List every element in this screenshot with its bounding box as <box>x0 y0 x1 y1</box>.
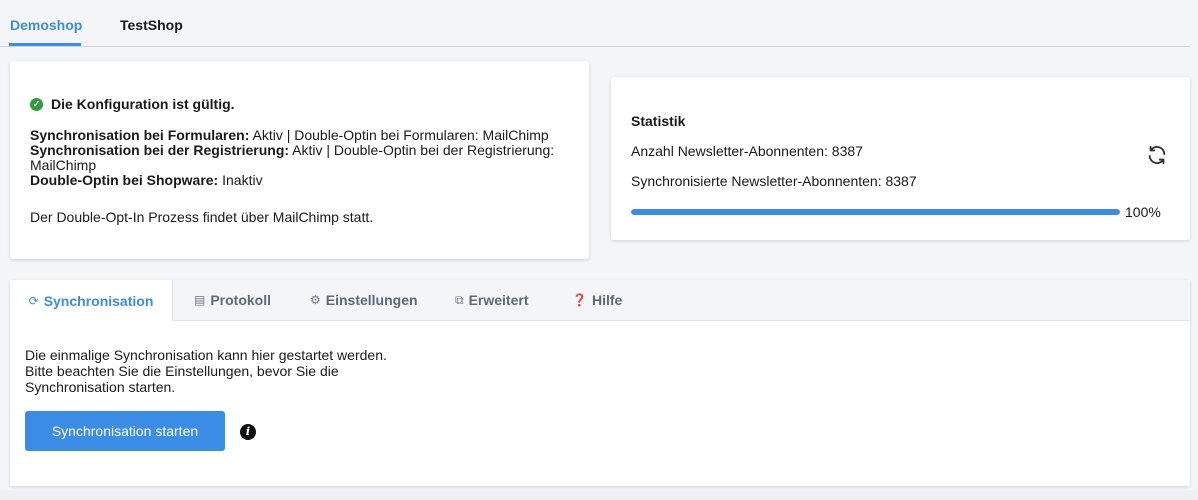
active-tab-indicator <box>9 43 81 46</box>
configuration-card: ✓ Die Konfiguration ist gültig. Synchron… <box>10 61 589 259</box>
tab-einstellungen[interactable]: ⚙ Einstellungen <box>310 280 418 320</box>
external-icon: ⧉ <box>455 292 464 307</box>
progress-label: 100% <box>1125 204 1161 220</box>
sync-description: Die einmalige Synchronisation kann hier … <box>25 347 387 395</box>
shop-tabs: Demoshop TestShop <box>0 0 1190 47</box>
tab-protokoll[interactable]: ▤ Protokoll <box>194 280 271 320</box>
tab-hilfe[interactable]: ❓ Hilfe <box>572 280 622 320</box>
bottom-strip <box>0 490 1198 500</box>
document-icon: ▤ <box>194 293 206 307</box>
sync-progress-fill <box>631 209 1120 215</box>
sync-panel: ⟳ Synchronisation ▤ Protokoll ⚙ Einstellung… <box>10 280 1190 486</box>
stats-title: Statistik <box>631 113 686 129</box>
sync-progress-bar <box>631 209 1120 215</box>
config-status-text: Die Konfiguration ist gültig. <box>51 96 235 112</box>
tab-erweitert[interactable]: ⧉ Erweitert <box>455 280 529 320</box>
refresh-icon[interactable] <box>1146 144 1168 166</box>
tab-demoshop[interactable]: Demoshop <box>10 17 82 33</box>
subscriber-count: Anzahl Newsletter-Abonnenten: 8387 <box>631 143 863 159</box>
panel-tabs: ⟳ Synchronisation ▤ Protokoll ⚙ Einstellung… <box>10 280 1190 321</box>
config-line-registration: Synchronisation bei der Registrierung: A… <box>30 142 555 173</box>
check-circle-icon: ✓ <box>30 97 43 111</box>
config-details: Synchronisation bei Formularen: Aktiv | … <box>30 128 575 188</box>
gear-icon: ⚙ <box>310 293 321 307</box>
config-footer: Der Double-Opt-In Prozess findet über Ma… <box>30 209 374 225</box>
help-icon: ❓ <box>572 293 587 307</box>
tab-synchronisation[interactable]: ⟳ Synchronisation <box>10 280 173 321</box>
tab-testshop[interactable]: TestShop <box>120 17 183 33</box>
sync-icon: ⟳ <box>28 293 39 308</box>
statistics-card: Statistik Anzahl Newsletter-Abonnenten: … <box>611 77 1190 240</box>
synced-count: Synchronisierte Newsletter-Abonnenten: 8… <box>631 173 917 189</box>
config-line-shopware: Double-Optin bei Shopware: Inaktiv <box>30 172 263 188</box>
info-icon[interactable]: i <box>240 424 256 440</box>
config-status: ✓ Die Konfiguration ist gültig. <box>30 96 235 112</box>
config-line-forms: Synchronisation bei Formularen: Aktiv | … <box>30 127 549 143</box>
start-sync-button[interactable]: Synchronisation starten <box>25 411 225 451</box>
